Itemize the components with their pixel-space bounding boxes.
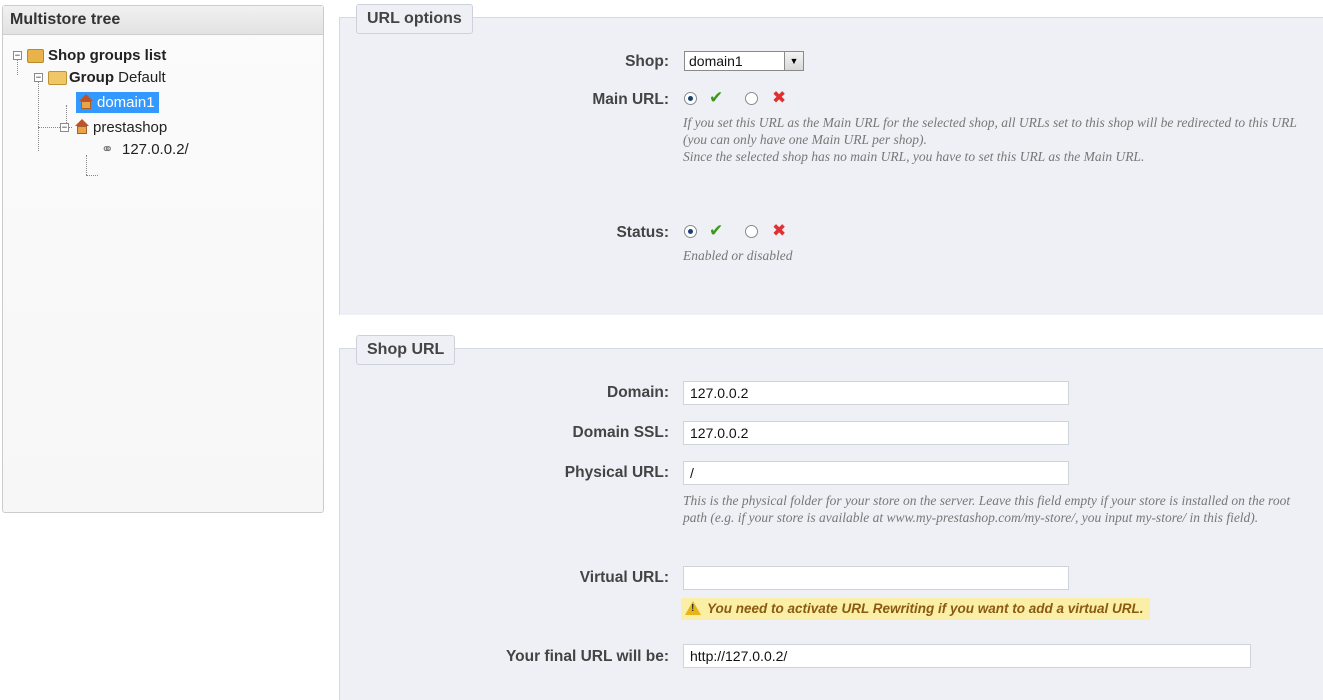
- shop-label: prestashop: [93, 118, 168, 136]
- group-prefix: Group: [69, 68, 114, 86]
- virtual-url-label: Virtual URL:: [579, 569, 669, 586]
- final-url-label: Your final URL will be:: [505, 648, 669, 665]
- status-label: Status:: [616, 224, 669, 241]
- collapse-icon[interactable]: −: [13, 50, 22, 60]
- url-options-legend: URL options: [356, 4, 473, 34]
- chevron-down-icon[interactable]: ▼: [784, 52, 803, 70]
- physical-url-label: Physical URL:: [564, 464, 669, 481]
- shop-icon: [74, 119, 90, 135]
- physical-url-input[interactable]: /: [683, 461, 1069, 485]
- warning-icon: !: [685, 601, 701, 615]
- collapse-icon[interactable]: −: [60, 122, 69, 132]
- main-url-label: Main URL:: [592, 91, 669, 108]
- group-name: Default: [118, 68, 166, 86]
- shop-label: domain1: [97, 93, 155, 111]
- shop-icon: [78, 94, 94, 110]
- check-icon: ✔: [709, 221, 724, 240]
- domain-ssl-input[interactable]: 127.0.0.2: [683, 421, 1069, 445]
- domain-input[interactable]: 127.0.0.2: [683, 381, 1069, 405]
- tree-node-url[interactable]: ⚭ 127.0.0.2/: [101, 137, 189, 161]
- open-folder-icon: [48, 68, 67, 86]
- shop-url-legend: Shop URL: [356, 335, 456, 365]
- main-url-help-text-1: If you set this URL as the Main URL for …: [683, 115, 1297, 147]
- status-help: Enabled or disabled: [683, 248, 793, 263]
- virtual-url-warning: ! You need to activate URL Rewriting if y…: [681, 598, 1150, 620]
- shop-select-value: domain1: [689, 53, 743, 69]
- final-url-input[interactable]: http://127.0.0.2/: [683, 644, 1251, 668]
- main-url-no-radio[interactable]: [745, 92, 758, 105]
- physical-url-help: This is the physical folder for your sto…: [683, 493, 1291, 525]
- tree-node-shop-domain1[interactable]: domain1: [76, 90, 159, 114]
- folder-icon: [27, 46, 45, 64]
- shop-label: Shop:: [625, 53, 669, 70]
- tree-node-group[interactable]: − Group Default: [34, 65, 166, 89]
- tree-node-root[interactable]: − Shop groups list: [13, 43, 166, 67]
- domain-label: Domain:: [607, 384, 669, 401]
- check-icon: ✔: [709, 88, 724, 107]
- main-url-help-text-2: Since the selected shop has no main URL,…: [683, 149, 1145, 164]
- url-label: 127.0.0.2/: [122, 140, 189, 158]
- collapse-icon[interactable]: −: [34, 72, 43, 82]
- main-url-yes-radio[interactable]: [684, 92, 697, 105]
- cross-icon: ✖: [772, 88, 787, 107]
- shop-url-fieldset: Shop URL Domain: 127.0.0.2 Domain SSL: 1…: [339, 335, 1323, 700]
- status-enabled-radio[interactable]: [684, 225, 697, 238]
- tree-title: Multistore tree: [3, 6, 323, 35]
- shop-select[interactable]: domain1 ▼: [684, 51, 804, 71]
- selected-shop[interactable]: domain1: [76, 91, 159, 113]
- cross-icon: ✖: [772, 221, 787, 240]
- virtual-url-warning-text: You need to activate URL Rewriting if yo…: [707, 601, 1144, 616]
- tree-node-label: Shop groups list: [48, 46, 167, 64]
- status-disabled-radio[interactable]: [745, 225, 758, 238]
- main-url-help: If you set this URL as the Main URL for …: [683, 114, 1303, 165]
- virtual-url-input[interactable]: [683, 566, 1069, 590]
- multistore-tree-panel: Multistore tree − Shop groups list − Gro…: [2, 5, 324, 513]
- tree-node-shop-prestashop[interactable]: − prestashop: [60, 115, 167, 139]
- domain-ssl-label: Domain SSL:: [572, 424, 669, 441]
- link-icon: ⚭: [101, 141, 114, 158]
- url-options-fieldset: URL options Shop: domain1 ▼ Main URL: ✔ …: [339, 4, 1323, 315]
